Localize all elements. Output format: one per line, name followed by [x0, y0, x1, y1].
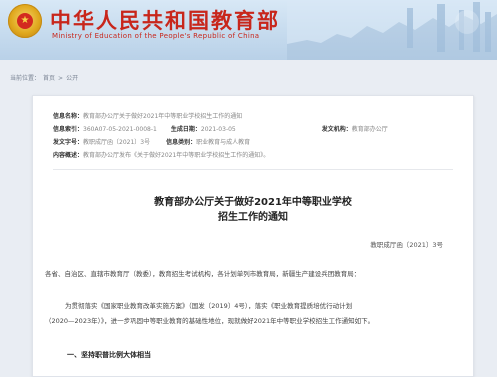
meta-index-value: 360A07-05-2021-0008-1 — [83, 126, 157, 133]
breadcrumb-separator: > — [58, 75, 64, 82]
meta-date-value: 2021-03-05 — [200, 126, 236, 133]
meta-divider — [53, 169, 453, 170]
breadcrumb-prefix: 当前位置： — [10, 75, 41, 82]
breadcrumb: 当前位置： 首页 > 公开 — [10, 73, 81, 82]
document-card: 信息名称： 教育部办公厅关于做好2021年中等职业学校招生工作的通知 信息索引：… — [32, 95, 474, 377]
document-title: 教育部办公厅关于做好2021年中等职业学校 招生工作的通知 — [33, 195, 473, 225]
body-line-2: （2020—2023年）》，进一步巩固中等职业教育的基础性地位，现就做好2021… — [45, 317, 375, 325]
document-addressee: 各省、自治区、直辖市教育厅（教委），教育招生考试机构，各计划单列市教育局，新疆生… — [45, 270, 361, 278]
site-header: ★ 中华人民共和国教育部 Ministry of Education of th… — [0, 0, 497, 60]
meta-name-key: 信息名称： — [53, 113, 84, 120]
site-subtitle: Ministry of Education of the People's Re… — [52, 32, 260, 40]
meta-org-value: 教育部办公厅 — [351, 126, 388, 133]
meta-category-key: 信息类别： — [166, 139, 197, 146]
breadcrumb-current-link[interactable]: 公开 — [66, 75, 78, 82]
national-emblem-icon: ★ — [8, 4, 42, 38]
meta-row-index: 信息索引： 360A07-05-2021-0008-1 生成日期： 2021-0… — [53, 123, 463, 136]
site-title[interactable]: 中华人民共和国教育部 — [50, 5, 280, 35]
breadcrumb-home-link[interactable]: 首页 — [43, 75, 55, 82]
document-number: 教职成厅函〔2021〕3号 — [370, 241, 443, 249]
metadata-table: 信息名称： 教育部办公厅关于做好2021年中等职业学校招生工作的通知 信息索引：… — [53, 110, 463, 162]
meta-row-docnum: 发文字号： 教职成厅函〔2021〕3号 信息类别： 职业教育与成人教育 — [53, 136, 463, 149]
body-line-1: 为贯彻落实《国家职业教育改革实施方案》（国发〔2019〕4号），落实《职业教育提… — [65, 302, 353, 310]
meta-row-summary: 内容概述： 教育部办公厅发布《关于做好2021年中等职业学校招生工作的通知》。 — [53, 149, 463, 162]
meta-row-name: 信息名称： 教育部办公厅关于做好2021年中等职业学校招生工作的通知 — [53, 110, 463, 123]
meta-org-key: 发文机构： — [321, 126, 352, 133]
section-heading-1: 一、坚持职普比例大体相当 — [67, 351, 151, 359]
meta-summary-key: 内容概述： — [53, 152, 84, 159]
meta-name-value: 教育部办公厅关于做好2021年中等职业学校招生工作的通知 — [83, 113, 243, 120]
meta-category-value: 职业教育与成人教育 — [196, 139, 251, 146]
meta-date-key: 生成日期： — [170, 126, 201, 133]
document-title-line2: 招生工作的通知 — [218, 212, 288, 223]
meta-docnum-value: 教职成厅函〔2021〕3号 — [83, 139, 151, 146]
document-body-paragraph: 为贯彻落实《国家职业教育改革实施方案》（国发〔2019〕4号），落实《职业教育提… — [45, 299, 463, 329]
meta-docnum-key: 发文字号： — [53, 139, 84, 146]
meta-index-key: 信息索引： — [53, 126, 84, 133]
skyline-decoration — [287, 0, 497, 60]
document-title-line1: 教育部办公厅关于做好2021年中等职业学校 — [154, 197, 352, 208]
meta-summary-value: 教育部办公厅发布《关于做好2021年中等职业学校招生工作的通知》。 — [83, 152, 270, 159]
